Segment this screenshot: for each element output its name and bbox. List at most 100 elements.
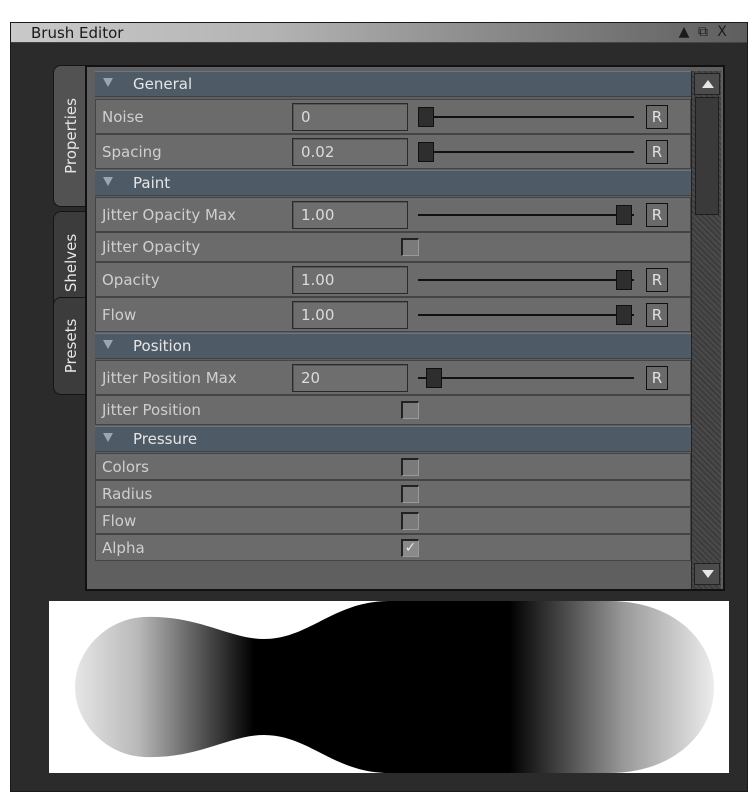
row-jitter-opacity: Jitter Opacity bbox=[95, 232, 691, 262]
triangle-down-icon bbox=[103, 340, 113, 349]
jitter-opacity-max-reset-button[interactable]: R bbox=[646, 203, 668, 227]
tab-shelves-label: Shelves bbox=[61, 233, 80, 293]
section-pressure-label: Pressure bbox=[133, 430, 198, 448]
jitter-opacity-max-value: 1.00 bbox=[301, 206, 335, 224]
properties-list: General Noise 0 R Spacing 0.02 R Paint J… bbox=[95, 71, 691, 589]
pressure-flow-label: Flow bbox=[102, 511, 137, 530]
scroll-up-button[interactable] bbox=[694, 73, 720, 95]
brush-stroke-preview-graphic bbox=[75, 601, 714, 773]
collapse-icon[interactable]: ▲ bbox=[675, 24, 693, 41]
tab-presets-label: Presets bbox=[61, 318, 80, 374]
brush-editor-window: Brush Editor ▲ ⧉ X Properties Shelves Pr… bbox=[10, 22, 748, 792]
section-position-header[interactable]: Position bbox=[95, 333, 691, 359]
brush-stroke-shape bbox=[75, 601, 714, 773]
scroll-down-button[interactable] bbox=[694, 563, 720, 585]
jitter-position-max-label: Jitter Position Max bbox=[102, 368, 237, 387]
opacity-slider-thumb[interactable] bbox=[616, 270, 632, 290]
tab-properties-label: Properties bbox=[61, 98, 80, 174]
noise-field[interactable]: 0 bbox=[292, 103, 408, 131]
flow-value: 1.00 bbox=[301, 306, 335, 324]
flow-reset-button[interactable]: R bbox=[646, 303, 668, 327]
float-window-icon[interactable]: ⧉ bbox=[694, 24, 712, 41]
noise-label: Noise bbox=[102, 107, 144, 126]
section-general-label: General bbox=[133, 75, 193, 93]
opacity-value: 1.00 bbox=[301, 271, 335, 289]
title-bar[interactable]: Brush Editor ▲ ⧉ X bbox=[11, 23, 747, 43]
flow-slider[interactable] bbox=[414, 301, 634, 329]
pressure-flow-checkbox[interactable] bbox=[401, 511, 419, 530]
slider-track bbox=[418, 279, 634, 281]
section-paint-header[interactable]: Paint bbox=[95, 170, 691, 196]
jitter-opacity-max-field[interactable]: 1.00 bbox=[292, 201, 408, 229]
noise-value: 0 bbox=[301, 108, 311, 126]
section-pressure-header[interactable]: Pressure bbox=[95, 426, 691, 452]
row-flow: Flow 1.00 R bbox=[95, 297, 691, 332]
checkmark-icon: ✓ bbox=[404, 539, 417, 556]
jitter-position-label: Jitter Position bbox=[102, 401, 201, 419]
jitter-opacity-max-slider-thumb[interactable] bbox=[616, 205, 632, 225]
noise-slider[interactable] bbox=[414, 103, 634, 131]
tab-properties[interactable]: Properties bbox=[53, 65, 87, 207]
flow-label: Flow bbox=[102, 305, 137, 324]
row-opacity: Opacity 1.00 R bbox=[95, 262, 691, 297]
tab-presets[interactable]: Presets bbox=[53, 297, 87, 395]
pressure-colors-label: Colors bbox=[102, 457, 149, 476]
opacity-slider[interactable] bbox=[414, 266, 634, 294]
spacing-label: Spacing bbox=[102, 142, 162, 161]
brush-stroke-preview bbox=[49, 601, 729, 773]
spacing-field[interactable]: 0.02 bbox=[292, 138, 408, 166]
jitter-position-max-reset-button[interactable]: R bbox=[646, 366, 668, 390]
triangle-down-icon bbox=[103, 433, 113, 442]
jitter-opacity-checkbox[interactable] bbox=[401, 238, 419, 256]
section-position-label: Position bbox=[133, 337, 192, 355]
row-pressure-colors: Colors bbox=[95, 453, 691, 480]
jitter-position-checkbox[interactable] bbox=[401, 401, 419, 419]
spacing-value: 0.02 bbox=[301, 143, 335, 161]
flow-field[interactable]: 1.00 bbox=[292, 301, 408, 329]
row-jitter-position: Jitter Position bbox=[95, 395, 691, 425]
triangle-down-icon bbox=[103, 177, 113, 186]
row-jitter-opacity-max: Jitter Opacity Max 1.00 R bbox=[95, 197, 691, 232]
section-paint-label: Paint bbox=[133, 174, 171, 192]
slider-track bbox=[418, 151, 634, 153]
jitter-position-max-field[interactable]: 20 bbox=[292, 364, 408, 392]
vertical-scrollbar[interactable] bbox=[691, 71, 721, 589]
properties-panel: General Noise 0 R Spacing 0.02 R Paint J… bbox=[85, 65, 725, 591]
jitter-position-max-value: 20 bbox=[301, 369, 321, 387]
pressure-alpha-label: Alpha bbox=[102, 538, 145, 557]
row-spacing: Spacing 0.02 R bbox=[95, 134, 691, 169]
row-pressure-radius: Radius bbox=[95, 480, 691, 507]
spacing-reset-button[interactable]: R bbox=[646, 140, 668, 164]
row-noise: Noise 0 R bbox=[95, 99, 691, 134]
opacity-field[interactable]: 1.00 bbox=[292, 266, 408, 294]
spacing-slider-thumb[interactable] bbox=[418, 142, 434, 162]
jitter-position-max-slider-thumb[interactable] bbox=[425, 368, 442, 388]
spacing-slider[interactable] bbox=[414, 138, 634, 166]
section-general-header[interactable]: General bbox=[95, 71, 691, 97]
close-icon[interactable]: X bbox=[713, 24, 731, 41]
triangle-down-icon bbox=[103, 78, 113, 87]
scroll-up-icon bbox=[702, 80, 714, 88]
slider-track bbox=[418, 116, 634, 118]
row-pressure-flow: Flow bbox=[95, 507, 691, 534]
pressure-colors-checkbox[interactable] bbox=[401, 457, 419, 476]
jitter-position-max-slider[interactable] bbox=[414, 364, 634, 392]
noise-slider-thumb[interactable] bbox=[418, 107, 434, 127]
jitter-opacity-label: Jitter Opacity bbox=[102, 238, 201, 256]
opacity-reset-button[interactable]: R bbox=[646, 268, 668, 292]
scrollbar-thumb[interactable] bbox=[695, 97, 719, 215]
opacity-label: Opacity bbox=[102, 270, 160, 289]
flow-slider-thumb[interactable] bbox=[616, 305, 632, 325]
jitter-opacity-max-label: Jitter Opacity Max bbox=[102, 205, 236, 224]
window-title: Brush Editor bbox=[31, 24, 124, 42]
pressure-radius-checkbox[interactable] bbox=[401, 484, 419, 503]
row-pressure-alpha: Alpha ✓ bbox=[95, 534, 691, 561]
pressure-alpha-checkbox[interactable]: ✓ bbox=[401, 538, 419, 557]
noise-reset-button[interactable]: R bbox=[646, 105, 668, 129]
jitter-opacity-max-slider[interactable] bbox=[414, 201, 634, 229]
slider-track bbox=[418, 314, 634, 316]
scroll-down-icon bbox=[702, 570, 714, 578]
pressure-radius-label: Radius bbox=[102, 484, 153, 503]
slider-track bbox=[418, 214, 634, 216]
slider-track bbox=[418, 377, 634, 379]
